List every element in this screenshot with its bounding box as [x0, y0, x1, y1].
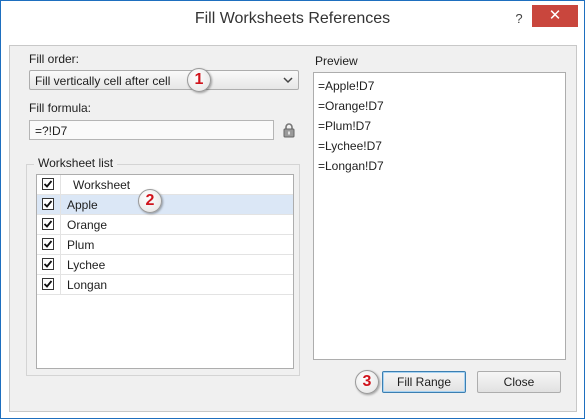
worksheet-checkbox-orange[interactable]: [42, 218, 54, 230]
worksheet-list: Worksheet Apple Orange Plum Lychee Longa…: [36, 174, 294, 369]
close-button[interactable]: Close: [477, 371, 561, 393]
fill-order-label: Fill order:: [29, 52, 80, 66]
help-button[interactable]: ?: [511, 9, 527, 29]
worksheet-row-longan[interactable]: Longan: [37, 275, 293, 295]
worksheet-checkbox-longan[interactable]: [42, 278, 54, 290]
dialog-window: Fill Worksheets References ? ✕ Fill orde…: [0, 0, 585, 419]
worksheet-name: Apple: [67, 198, 98, 212]
worksheet-column-header: Worksheet: [73, 178, 131, 192]
close-window-button[interactable]: ✕: [532, 5, 578, 27]
preview-label: Preview: [315, 54, 358, 68]
fill-range-button[interactable]: Fill Range: [382, 371, 466, 393]
checkmark-icon: [43, 260, 53, 268]
preview-panel[interactable]: =Apple!D7 =Orange!D7 =Plum!D7 =Lychee!D7…: [313, 72, 566, 360]
worksheet-row-lychee[interactable]: Lychee: [37, 255, 293, 275]
worksheet-checkbox-plum[interactable]: [42, 238, 54, 250]
chevron-down-icon: [283, 77, 293, 84]
preview-line: =Apple!D7: [318, 79, 375, 93]
dialog-body: Fill order: Fill vertically cell after c…: [9, 45, 577, 412]
worksheet-list-label: Worksheet list: [34, 156, 118, 170]
step-badge-3: 3: [355, 370, 379, 394]
step-badge-2: 2: [138, 189, 162, 213]
worksheet-name: Longan: [67, 278, 108, 292]
checkmark-icon: [43, 220, 53, 228]
worksheet-row-orange[interactable]: Orange: [37, 215, 293, 235]
worksheet-name: Plum: [67, 238, 95, 252]
preview-line: =Orange!D7: [318, 99, 384, 113]
lock-icon[interactable]: [282, 122, 296, 138]
checkmark-icon: [43, 280, 53, 288]
worksheet-checkbox-lychee[interactable]: [42, 258, 54, 270]
fill-order-dropdown[interactable]: Fill vertically cell after cell: [29, 70, 299, 90]
fill-order-value: Fill vertically cell after cell: [35, 74, 171, 88]
worksheet-list-header: Worksheet: [37, 175, 293, 195]
checkmark-icon: [43, 240, 53, 248]
title-bar[interactable]: Fill Worksheets References ? ✕: [1, 1, 584, 45]
dialog-title: Fill Worksheets References: [194, 10, 391, 27]
worksheet-name: Orange: [67, 218, 108, 232]
checkmark-icon: [43, 200, 53, 208]
fill-formula-input[interactable]: =?!D7: [29, 120, 274, 140]
preview-line: =Plum!D7: [318, 119, 372, 133]
worksheet-name: Lychee: [67, 258, 106, 272]
preview-line: =Lychee!D7: [318, 139, 382, 153]
select-all-checkbox[interactable]: [42, 178, 54, 190]
fill-formula-label: Fill formula:: [29, 101, 92, 115]
checkmark-icon: [43, 180, 53, 188]
preview-line: =Longan!D7: [318, 159, 384, 173]
worksheet-row-plum[interactable]: Plum: [37, 235, 293, 255]
worksheet-row-apple[interactable]: Apple: [37, 195, 293, 215]
step-badge-1: 1: [187, 68, 211, 92]
worksheet-checkbox-apple[interactable]: [42, 198, 54, 210]
